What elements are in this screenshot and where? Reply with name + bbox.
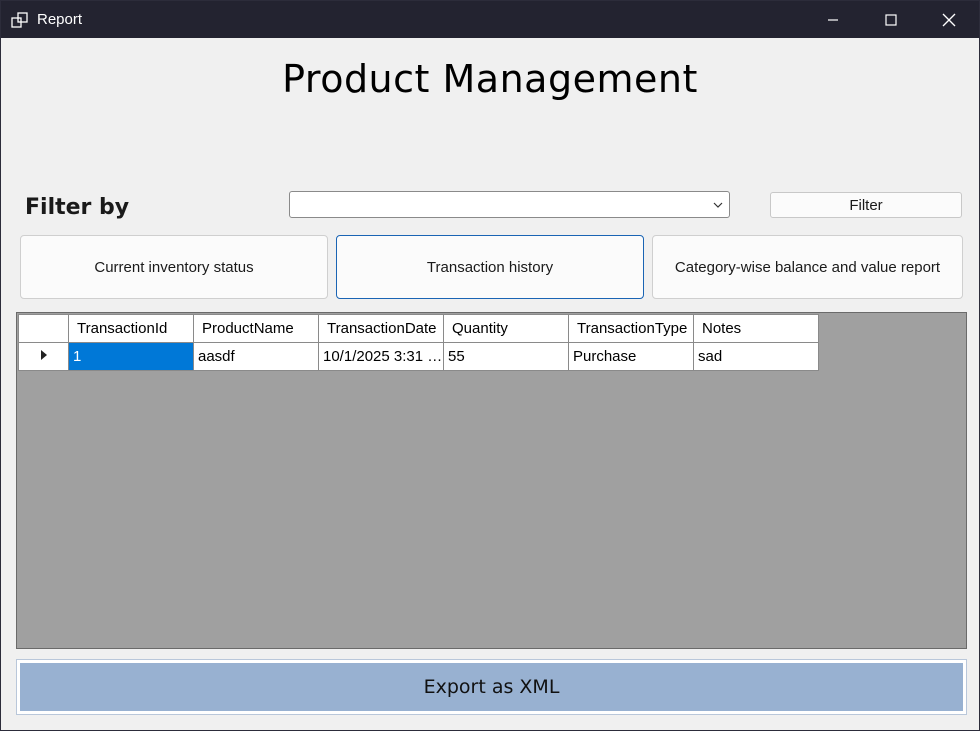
column-header[interactable]: TransactionId bbox=[68, 314, 194, 343]
data-grid[interactable]: TransactionId ProductName TransactionDat… bbox=[16, 312, 967, 649]
close-button[interactable] bbox=[920, 1, 978, 38]
table-cell[interactable]: 1 bbox=[68, 342, 194, 371]
column-header[interactable]: TransactionType bbox=[568, 314, 694, 343]
close-icon bbox=[942, 13, 956, 26]
row-header-corner[interactable] bbox=[18, 314, 69, 343]
current-inventory-status-button[interactable]: Current inventory status bbox=[20, 235, 328, 299]
window-title: Report bbox=[37, 11, 83, 28]
minimize-icon bbox=[828, 18, 838, 21]
column-header[interactable]: TransactionDate bbox=[318, 314, 444, 343]
app-window-icon bbox=[11, 12, 28, 28]
export-xml-button[interactable]: Export as XML bbox=[16, 659, 967, 715]
filter-by-label: Filter by bbox=[25, 195, 130, 220]
report-window: Report Product Management Filter by Filt… bbox=[0, 0, 980, 731]
filter-button[interactable]: Filter bbox=[770, 192, 962, 218]
row-header[interactable] bbox=[18, 342, 69, 371]
table-cell[interactable]: Purchase bbox=[568, 342, 694, 371]
maximize-button[interactable] bbox=[862, 1, 920, 38]
transactions-table: TransactionId ProductName TransactionDat… bbox=[18, 314, 819, 371]
table-cell[interactable]: aasdf bbox=[193, 342, 319, 371]
filter-combobox[interactable] bbox=[289, 191, 730, 218]
table-header-row: TransactionId ProductName TransactionDat… bbox=[18, 314, 819, 343]
transaction-history-button[interactable]: Transaction history bbox=[336, 235, 644, 299]
column-header[interactable]: Quantity bbox=[443, 314, 569, 343]
table-row[interactable]: 1 aasdf 10/1/2025 3:31 … 55 Purchase sad bbox=[18, 342, 819, 371]
column-header[interactable]: Notes bbox=[693, 314, 819, 343]
table-cell[interactable]: sad bbox=[693, 342, 819, 371]
minimize-button[interactable] bbox=[804, 1, 862, 38]
column-header[interactable]: ProductName bbox=[193, 314, 319, 343]
page-title: Product Management bbox=[282, 57, 698, 101]
table-cell[interactable]: 55 bbox=[443, 342, 569, 371]
title-bar[interactable]: Report bbox=[1, 1, 979, 38]
table-cell[interactable]: 10/1/2025 3:31 … bbox=[318, 342, 444, 371]
maximize-icon bbox=[885, 13, 897, 26]
chevron-down-icon bbox=[713, 202, 723, 208]
category-balance-report-button[interactable]: Category-wise balance and value report bbox=[652, 235, 963, 299]
current-row-arrow-icon bbox=[40, 350, 47, 360]
